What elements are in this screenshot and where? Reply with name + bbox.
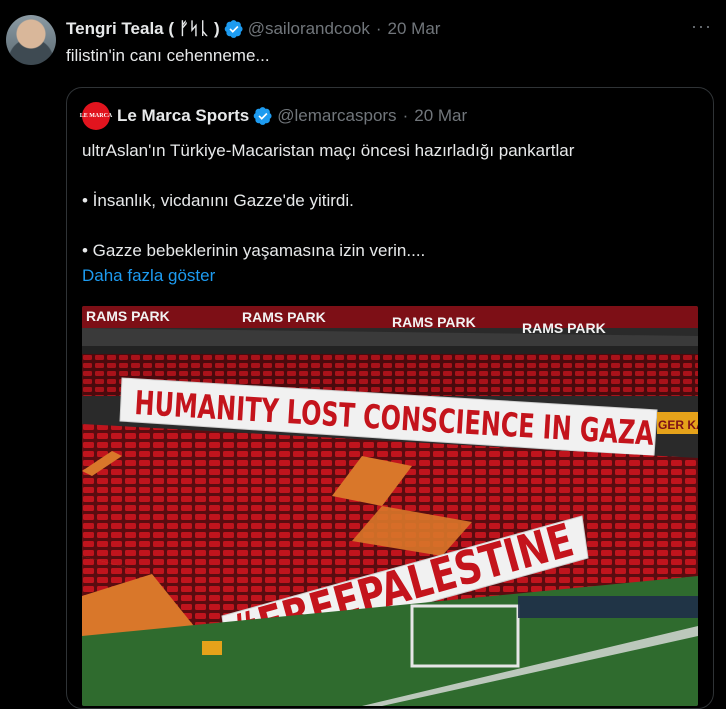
quoted-avatar[interactable]: LE MARCA [79,102,113,130]
side-sign-text: GER KAT [658,418,698,432]
tweet[interactable]: Tengri Teala ( ᚠᛋᚳ ) @sailorandcook · 20… [0,0,726,709]
separator-dot: · [375,19,382,38]
author-handle[interactable]: @sailorandcook [248,19,370,39]
quoted-text-line: ultrAslan'ın Türkiye-Macaristan maçı önc… [82,141,575,160]
verified-icon [253,106,273,126]
avatar[interactable] [6,15,56,65]
quoted-tweet-photo[interactable]: RAMS PARK RAMS PARK RAMS PARK RAMS PARK … [82,306,698,706]
quoted-tweet[interactable]: LE MARCA Le Marca Sports @lemarcaspors ·… [66,87,714,709]
separator-dot: · [402,106,409,125]
quoted-text-line: • Gazze bebeklerinin yaşamasına izin ver… [82,241,426,260]
quoted-tweet-header: LE MARCA Le Marca Sports @lemarcaspors ·… [79,101,468,131]
author-name[interactable]: Tengri Teala ( ᚠᛋᚳ ) [66,19,220,39]
more-options-icon[interactable]: ··· [691,16,712,37]
verified-icon [224,19,244,39]
stadium-sign-text: RAMS PARK [522,320,606,336]
quoted-text-line: • İnsanlık, vicdanını Gazze'de yitirdi. [82,191,354,210]
stadium-photo-image: RAMS PARK RAMS PARK RAMS PARK RAMS PARK … [82,306,698,706]
quoted-timestamp: 20 Mar [414,106,468,125]
quoted-author-name[interactable]: Le Marca Sports [117,106,249,126]
quoted-avatar-logo-text: LE MARCA [79,113,113,119]
tweet-text: filistin'in canı cehenneme... [66,46,270,65]
stadium-sign-text: RAMS PARK [242,309,326,325]
quoted-tweet-text: ultrAslan'ın Türkiye-Macaristan maçı önc… [82,138,702,288]
quoted-author-handle: @lemarcaspors [277,106,397,125]
stadium-sign-text: RAMS PARK [392,314,476,330]
show-more-link[interactable]: Daha fazla göster [82,263,702,288]
stadium-sign-text: RAMS PARK [86,308,170,324]
tweet-header: Tengri Teala ( ᚠᛋᚳ ) @sailorandcook · 20… [66,17,440,41]
timestamp[interactable]: 20 Mar [388,19,441,39]
